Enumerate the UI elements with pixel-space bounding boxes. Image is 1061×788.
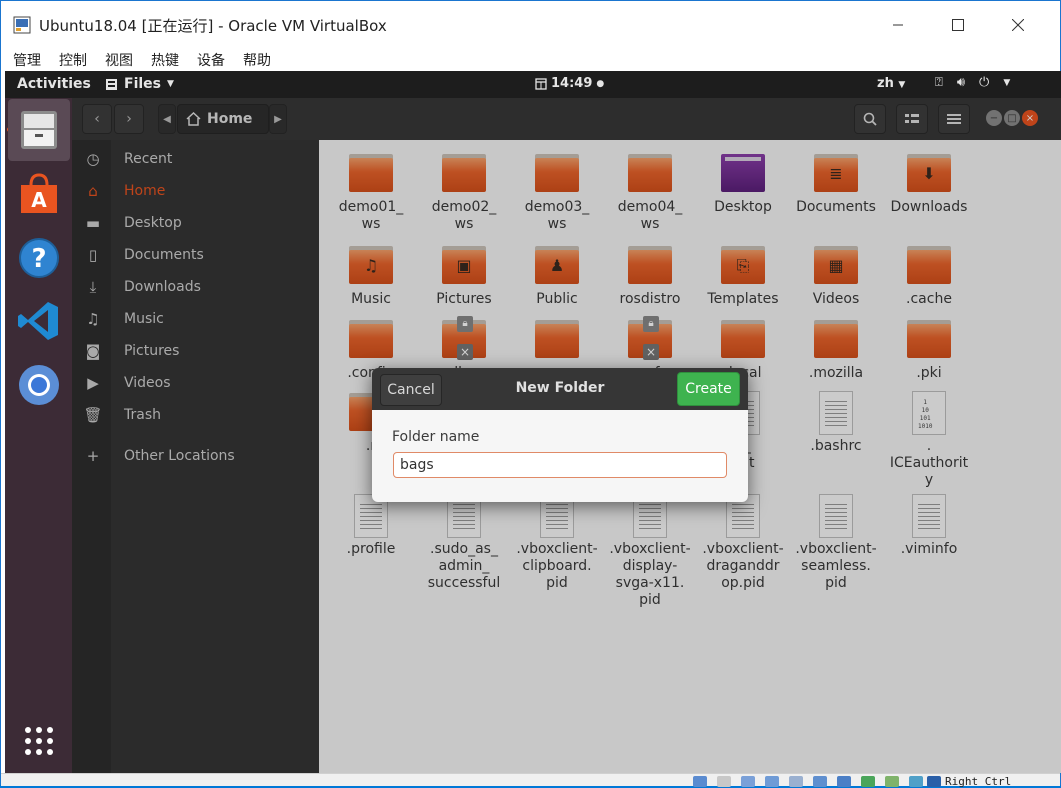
network-icon: ⍰	[935, 75, 943, 90]
cpu-icon	[885, 776, 899, 787]
mouse-integration-icon	[909, 776, 923, 787]
menu-manage[interactable]: 管理	[13, 50, 41, 70]
show-apps-icon	[25, 727, 53, 755]
new-folder-dialog: Cancel New Folder Create Folder name	[372, 368, 748, 502]
dock-files[interactable]	[8, 99, 70, 161]
dock: A ?	[5, 98, 72, 773]
language-button[interactable]: zh ▼	[877, 76, 905, 91]
clock-label: 14:49	[551, 76, 593, 91]
power-icon: ⏻	[979, 75, 990, 90]
dock-help[interactable]: ?	[8, 227, 70, 289]
chevron-down-icon: ▼	[898, 80, 906, 90]
notification-dot-icon: ●	[596, 78, 605, 89]
menu-help[interactable]: 帮助	[243, 50, 271, 70]
shared-folder-icon	[813, 776, 827, 787]
language-label: zh	[877, 76, 894, 91]
dock-chromium[interactable]	[8, 354, 70, 416]
display-icon	[837, 776, 851, 787]
gnome-topbar: Activities Files ▼ 14:49 ● zh ▼ ⍰ 🔊︎ ⏻ ▼	[5, 71, 1061, 98]
guest-screen: Activities Files ▼ 14:49 ● zh ▼ ⍰ 🔊︎ ⏻ ▼	[5, 71, 1061, 773]
chromium-icon	[19, 365, 59, 405]
dock-software[interactable]: A	[8, 163, 70, 225]
svg-text:?: ?	[31, 244, 46, 274]
app-menu-label: Files	[124, 76, 161, 92]
maximize-icon	[952, 19, 964, 31]
software-center-icon: A	[21, 173, 57, 213]
menu-devices[interactable]: 设备	[197, 50, 225, 70]
chevron-down-icon: ▼	[167, 79, 174, 89]
host-window-title: Ubuntu18.04 [正在运行] - Oracle VM VirtualBo…	[39, 17, 387, 35]
chevron-down-icon: ▼	[1003, 77, 1011, 88]
host-key-label: Right Ctrl	[945, 775, 1012, 788]
virtualbox-window: Ubuntu18.04 [正在运行] - Oracle VM VirtualBo…	[0, 0, 1061, 788]
minimize-icon	[893, 24, 903, 26]
menu-control[interactable]: 控制	[59, 50, 87, 70]
keyboard-icon	[927, 776, 941, 787]
clock-button[interactable]: 14:49 ●	[535, 76, 604, 91]
vscode-icon	[18, 302, 58, 340]
network-adapter-icon	[765, 776, 779, 787]
host-statusbar: Right Ctrl	[1, 773, 1060, 788]
dialog-header: Cancel New Folder Create	[372, 368, 748, 410]
menu-view[interactable]: 视图	[105, 50, 133, 70]
svg-text:A: A	[31, 188, 47, 212]
close-icon	[1012, 19, 1024, 31]
system-tray[interactable]: ⍰ 🔊︎ ⏻ ▼	[935, 75, 1010, 90]
usb-icon	[789, 776, 803, 787]
menu-hotkeys[interactable]: 热键	[151, 50, 179, 70]
optical-icon	[717, 776, 731, 787]
activities-button[interactable]: Activities	[17, 76, 91, 92]
maximize-button[interactable]	[935, 9, 981, 41]
files-small-icon	[106, 78, 117, 90]
host-titlebar: Ubuntu18.04 [正在运行] - Oracle VM VirtualBo…	[1, 1, 1060, 45]
audio-icon	[741, 776, 755, 787]
recording-icon	[861, 776, 875, 787]
help-icon: ?	[19, 238, 59, 278]
dock-show-apps[interactable]	[8, 710, 70, 772]
hdd-icon	[693, 776, 707, 787]
create-button[interactable]: Create	[677, 372, 740, 406]
app-menu-button[interactable]: Files ▼	[105, 76, 174, 92]
volume-icon: 🔊︎	[956, 75, 966, 90]
virtualbox-app-icon	[13, 16, 31, 34]
calendar-icon	[535, 77, 547, 90]
dock-vscode[interactable]	[8, 290, 70, 352]
folder-name-input[interactable]	[393, 452, 727, 478]
files-icon	[21, 111, 57, 149]
minimize-button[interactable]	[875, 9, 921, 41]
host-menubar: 管理 控制 视图 热键 设备 帮助	[1, 45, 1060, 71]
close-button[interactable]	[995, 9, 1041, 41]
folder-name-label: Folder name	[392, 429, 480, 445]
